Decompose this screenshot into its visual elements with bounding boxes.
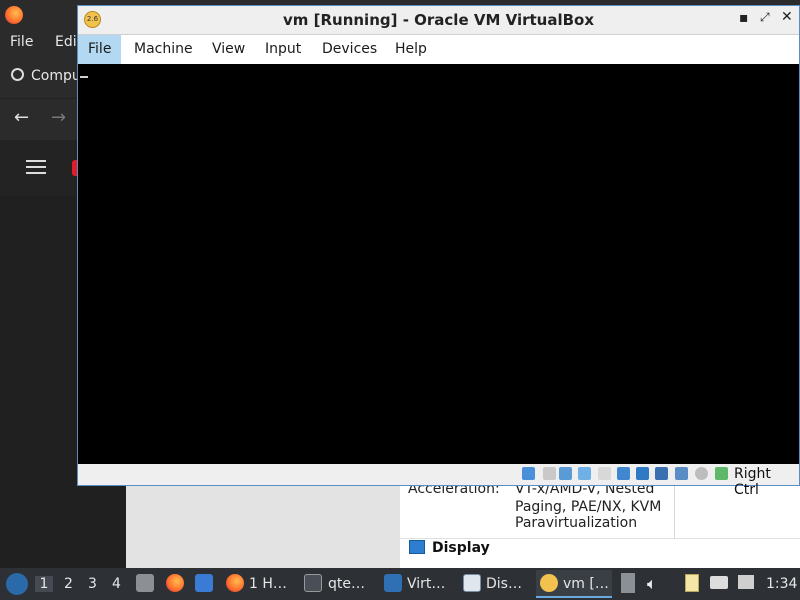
menu-view[interactable]: View <box>202 35 255 64</box>
bookmark-computer[interactable]: Compu <box>31 68 81 84</box>
menu-input[interactable]: Input <box>255 35 311 64</box>
workspace-4[interactable]: 4 <box>112 576 121 592</box>
window-icon <box>463 574 481 592</box>
menu-machine[interactable]: Machine <box>124 35 203 64</box>
menu-help[interactable]: Help <box>385 35 437 64</box>
display-section-header[interactable]: Display <box>432 540 490 556</box>
keyboard-icon[interactable] <box>710 576 728 589</box>
task-virtualbox[interactable]: Virt… <box>380 570 454 598</box>
desktop-icon[interactable] <box>195 574 213 592</box>
scroll-indicator-icon[interactable] <box>621 573 635 593</box>
volume-icon[interactable]: 🔈︎ <box>647 574 657 594</box>
vm-display-screen[interactable] <box>78 64 799 464</box>
menu-devices[interactable]: Devices <box>312 35 387 64</box>
vm-icon <box>540 574 558 592</box>
firefox-icon <box>5 6 23 24</box>
background-menubar: File Edi <box>0 30 80 58</box>
window-titlebar[interactable]: 2.6 vm [Running] - Oracle VM VirtualBox … <box>78 6 799 35</box>
maximize-icon[interactable]: ⤢ <box>760 10 770 25</box>
menu-file[interactable]: File <box>78 35 122 64</box>
vm-menubar: File Machine View Input Devices Help <box>78 35 799 64</box>
start-menu-icon[interactable] <box>6 573 28 595</box>
host-key-icon[interactable] <box>715 467 728 480</box>
text-cursor <box>80 76 88 78</box>
display-icon <box>409 540 425 554</box>
file-manager-icon[interactable] <box>136 574 154 592</box>
network-icon[interactable] <box>578 467 591 480</box>
usb-icon[interactable] <box>598 467 611 480</box>
close-icon[interactable]: ✕ <box>781 9 793 25</box>
mouse-integration-icon[interactable] <box>695 467 708 480</box>
computer-icon <box>11 68 24 81</box>
task-vm[interactable]: vm [… <box>536 570 612 598</box>
workspace-2[interactable]: 2 <box>64 576 73 592</box>
virtualbox-icon <box>384 574 402 592</box>
task-virtualbox-label: Virt… <box>407 576 446 592</box>
acceleration-value-line-2: Paging, PAE/NX, KVM <box>515 499 662 515</box>
terminal-icon <box>304 574 322 592</box>
task-firefox[interactable]: 1 H… <box>222 570 292 598</box>
shared-folders-icon[interactable] <box>617 467 630 480</box>
task-firefox-label: 1 H… <box>249 576 287 592</box>
clock: 1:34 <box>766 576 798 592</box>
navigation-bar: ← → <box>0 98 80 141</box>
minimize-icon[interactable]: ▪ <box>739 10 749 26</box>
workspace-3[interactable]: 3 <box>88 576 97 592</box>
recording-icon[interactable] <box>655 467 668 480</box>
task-vm-label: vm [… <box>563 576 609 592</box>
network-tray-icon[interactable] <box>738 575 754 589</box>
forward-icon[interactable]: → <box>51 107 66 128</box>
bookmarks-bar: Compu <box>0 60 81 95</box>
task-display-label: Dis… <box>486 576 522 592</box>
host-key-label: Right Ctrl <box>734 466 771 498</box>
workspace-1[interactable]: 1 <box>35 576 53 592</box>
audio-icon[interactable] <box>559 467 572 480</box>
virtualbox-vm-window: 2.6 vm [Running] - Oracle VM VirtualBox … <box>77 5 800 498</box>
hard-disk-icon[interactable] <box>522 467 535 480</box>
firefox-icon <box>226 574 244 592</box>
details-separator <box>400 538 800 539</box>
task-terminal-label: qte… <box>328 576 365 592</box>
task-display[interactable]: Dis… <box>460 570 530 598</box>
bg-menu-edit[interactable]: Edi <box>55 34 77 50</box>
details-column-divider <box>674 486 675 538</box>
hamburger-menu-icon[interactable] <box>26 160 46 174</box>
taskbar: 1 2 3 4 1 H… qte… Virt… Dis… vm [… 🔈︎ 1:… <box>0 568 800 600</box>
bg-menu-file[interactable]: File <box>10 34 33 50</box>
task-terminal[interactable]: qte… <box>300 570 372 598</box>
display-icon-status[interactable] <box>636 467 649 480</box>
cpu-icon[interactable] <box>675 467 688 480</box>
back-icon[interactable]: ← <box>14 107 29 128</box>
vm-status-bar: Right Ctrl <box>78 464 799 498</box>
window-title: vm [Running] - Oracle VM VirtualBox <box>282 11 595 29</box>
acceleration-value-line-3: Paravirtualization <box>515 515 638 531</box>
vm-details-panel: Acceleration: VT-x/AMD-V, Nested Paging,… <box>400 481 800 568</box>
firefox-launcher-icon[interactable] <box>166 574 184 592</box>
clipboard-icon[interactable] <box>685 574 699 592</box>
optical-drive-icon[interactable] <box>543 467 556 480</box>
